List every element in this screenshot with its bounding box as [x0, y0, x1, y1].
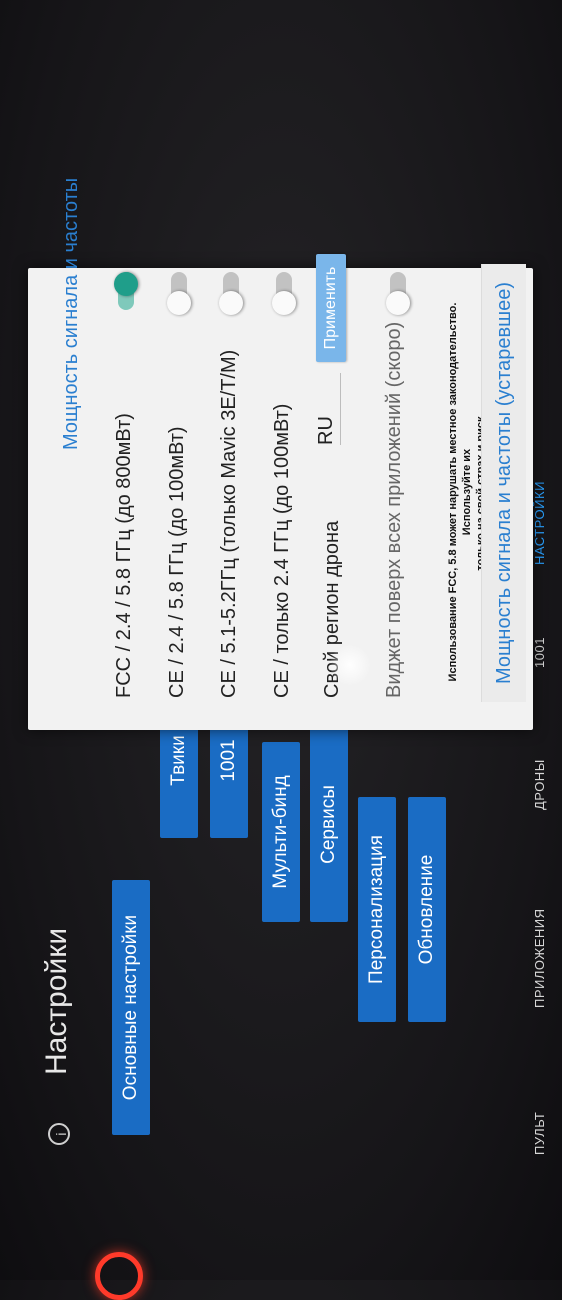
option-ce-switch[interactable]	[167, 291, 191, 315]
warning-line-1: Использование FCC, 5.8 может нарушать ме…	[447, 302, 473, 682]
sidebar-item-update[interactable]: Обновление	[408, 797, 446, 1022]
sidebar-item-multibind[interactable]: Мульти-бинд	[262, 742, 300, 922]
sidebar-item-personalization[interactable]: Персонализация	[358, 797, 396, 1022]
option-ce-5-1-label: CE / 5.1-5.2ГГц (только Mavic 3E/T/M)	[218, 349, 240, 698]
region-label: Свой регион дрона	[321, 520, 343, 698]
option-ce-label: CE / 2.4 / 5.8 ГГц (до 100мВт)	[166, 426, 188, 698]
nav-settings[interactable]: НАСТРОЙКИ	[532, 481, 547, 565]
option-ce-2-4-label: CE / только 2.4 ГГц (до 100мВт)	[271, 403, 293, 698]
widget-switch[interactable]	[386, 291, 410, 315]
nav-1001[interactable]: 1001	[532, 637, 547, 668]
widget-label: Виджет поверх всех приложений (скоро)	[383, 321, 405, 698]
nav-drones[interactable]: ДРОНЫ	[532, 759, 547, 810]
region-input[interactable]: RU	[315, 373, 341, 445]
sidebar-item-basic-settings[interactable]: Основные настройки	[112, 880, 150, 1135]
camera-ring-glare	[95, 1252, 143, 1300]
option-ce-2-4-switch[interactable]	[272, 291, 296, 315]
option-fcc-label: FCC / 2.4 / 5.8 ГГц (до 800мВт)	[113, 413, 135, 698]
option-fcc-switch[interactable]	[114, 272, 138, 296]
option-ce-5-1-switch[interactable]	[219, 291, 243, 315]
nav-apps[interactable]: ПРИЛОЖЕНИЯ	[532, 908, 547, 1008]
sidebar-item-services[interactable]: Сервисы	[310, 727, 348, 922]
page-title: Настройки	[40, 927, 73, 1075]
app-screen: i Настройки Основные настройки Твики 100…	[0, 0, 562, 1300]
apply-button[interactable]: Применить	[316, 254, 346, 362]
signal-power-dialog: Мощность сигнала и частоты FCC / 2.4 / 5…	[28, 178, 533, 730]
dialog-header: Мощность сигнала и частоты	[60, 177, 82, 450]
legacy-settings-link[interactable]: Мощность сигнала и частоты (устаревшее)	[481, 264, 526, 702]
nav-remote[interactable]: ПУЛЬТ	[532, 1112, 547, 1155]
info-icon[interactable]: i	[48, 1123, 70, 1145]
